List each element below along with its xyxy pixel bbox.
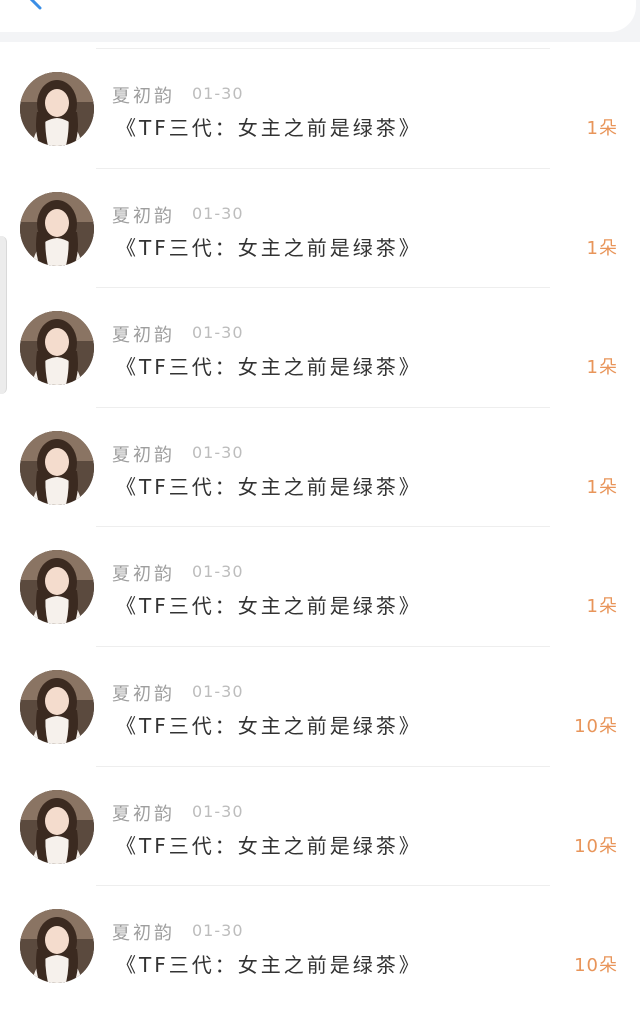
work-title[interactable]: 《TF三代：女主之前是绿茶》	[116, 351, 422, 380]
work-title[interactable]: 《TF三代：女主之前是绿茶》	[116, 232, 422, 261]
list-item[interactable]: 夏初韵 01-30 《TF三代：女主之前是绿茶》 1朵	[0, 287, 640, 407]
divider	[96, 406, 550, 408]
divider	[96, 526, 550, 528]
list-item[interactable]: 夏初韵 01-30 《TF三代：女主之前是绿茶》 1朵	[0, 526, 640, 646]
avatar[interactable]	[20, 669, 94, 744]
divider	[96, 645, 550, 647]
list-item[interactable]: 夏初韵 01-30 《TF三代：女主之前是绿茶》 10朵	[0, 645, 640, 766]
flower-count: 1朵	[586, 596, 618, 618]
username: 夏初韵	[112, 683, 175, 705]
username: 夏初韵	[112, 923, 175, 945]
avatar[interactable]	[20, 191, 94, 266]
date: 01-30	[192, 801, 244, 821]
avatar[interactable]	[20, 72, 94, 146]
gift-record-list: 夏初韵 01-30 《TF三代：女主之前是绿茶》 1朵 夏初韵 01-30 《T…	[0, 48, 640, 1005]
avatar[interactable]	[20, 789, 94, 864]
username: 夏初韵	[112, 205, 175, 227]
divider	[96, 885, 550, 887]
flower-count: 10朵	[574, 835, 618, 857]
work-title[interactable]: 《TF三代：女主之前是绿茶》	[116, 112, 422, 141]
divider	[96, 765, 550, 767]
work-title[interactable]: 《TF三代：女主之前是绿茶》	[116, 590, 422, 619]
divider	[96, 167, 550, 169]
list-item[interactable]: 夏初韵 01-30 《TF三代：女主之前是绿茶》 1朵	[0, 406, 640, 527]
username: 夏初韵	[112, 444, 175, 466]
work-title[interactable]: 《TF三代：女主之前是绿茶》	[116, 471, 422, 500]
username: 夏初韵	[112, 803, 175, 825]
list-item[interactable]: 夏初韵 01-30 《TF三代：女主之前是绿茶》 10朵	[0, 765, 640, 886]
date: 01-30	[192, 562, 244, 582]
divider	[96, 287, 550, 289]
username: 夏初韵	[112, 564, 175, 586]
date: 01-30	[192, 84, 244, 103]
username: 夏初韵	[112, 325, 175, 347]
avatar[interactable]	[20, 550, 94, 625]
list-item[interactable]: 夏初韵 01-30 《TF三代：女主之前是绿茶》 1朵	[0, 167, 640, 288]
work-title[interactable]: 《TF三代：女主之前是绿茶》	[116, 710, 422, 739]
work-title[interactable]: 《TF三代：女主之前是绿茶》	[116, 949, 422, 978]
username: 夏初韵	[112, 86, 175, 107]
avatar[interactable]	[20, 430, 94, 505]
date: 01-30	[192, 921, 244, 941]
back-arrow-icon[interactable]	[24, 0, 46, 12]
flower-count: 1朵	[586, 118, 618, 139]
flower-count: 1朵	[586, 237, 618, 259]
date: 01-30	[192, 681, 244, 701]
top-bar	[0, 0, 640, 42]
date: 01-30	[192, 442, 244, 462]
date: 01-30	[192, 203, 244, 223]
flower-count: 10朵	[574, 715, 618, 737]
flower-count: 1朵	[586, 476, 618, 498]
list-item[interactable]: 夏初韵 01-30 《TF三代：女主之前是绿茶》 1朵	[0, 48, 640, 168]
work-title[interactable]: 《TF三代：女主之前是绿茶》	[116, 830, 422, 859]
header-box	[0, 0, 636, 32]
avatar[interactable]	[20, 909, 94, 984]
date: 01-30	[192, 323, 244, 343]
list-item[interactable]: 夏初韵 01-30 《TF三代：女主之前是绿茶》 10朵	[0, 885, 640, 1005]
avatar[interactable]	[20, 311, 94, 386]
flower-count: 10朵	[574, 955, 618, 977]
flower-count: 1朵	[586, 357, 618, 379]
divider	[96, 48, 550, 49]
